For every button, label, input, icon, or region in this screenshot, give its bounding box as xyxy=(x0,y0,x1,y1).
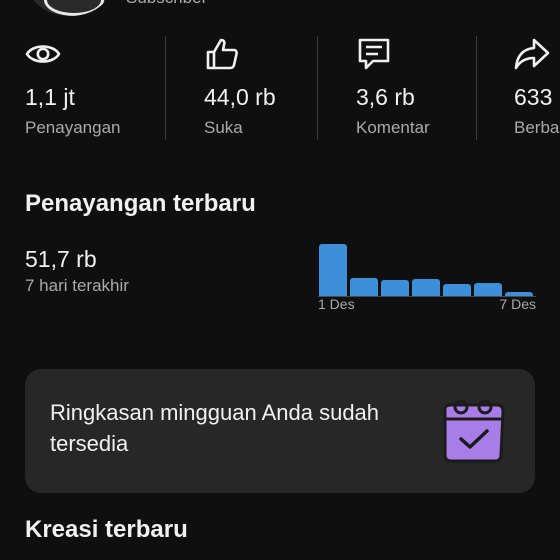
stat-label: Berbagi xyxy=(514,118,560,137)
chart-bar xyxy=(474,283,502,296)
divider xyxy=(317,36,318,140)
chart-tick-label: 1 Des xyxy=(318,296,355,312)
stat-label: Komentar xyxy=(356,118,430,137)
chart-bar xyxy=(350,278,378,296)
avatar[interactable] xyxy=(30,0,110,16)
stat-value: 633 xyxy=(514,84,553,110)
stat-comments[interactable]: 3,6 rb Komentar xyxy=(356,36,466,144)
comment-icon xyxy=(358,38,390,70)
stat-label: Suka xyxy=(204,118,243,137)
stat-views[interactable]: 1,1 jt Penayangan xyxy=(25,36,155,144)
subscriber-label: Subscriber xyxy=(126,0,207,8)
stat-likes[interactable]: 44,0 rb Suka xyxy=(204,36,314,144)
weekly-summary-message: Ringkasan mingguan Anda sudah tersedia xyxy=(50,400,380,456)
stat-label: Penayangan xyxy=(25,118,121,137)
chart-tick-label: 7 Des xyxy=(499,296,536,312)
recent-views-value: 51,7 rb xyxy=(25,246,97,272)
divider xyxy=(476,36,477,140)
recent-views-chart[interactable]: 1 Des 7 Des xyxy=(316,238,538,318)
stats-row: 1,1 jt Penayangan 44,0 rb Suka 3,6 rb Ko… xyxy=(0,36,560,144)
chart-bar xyxy=(381,280,409,296)
eye-icon xyxy=(25,45,61,63)
latest-creations-title: Kreasi terbaru xyxy=(25,516,188,543)
chart-bar xyxy=(443,284,471,296)
stat-value: 1,1 jt xyxy=(25,84,75,110)
stat-value: 44,0 rb xyxy=(204,84,276,110)
calendar-check-icon xyxy=(443,399,505,463)
stat-value: 3,6 rb xyxy=(356,84,415,110)
share-icon xyxy=(514,38,550,70)
analytics-screen: Subscriber 1,1 jt Penayangan 44,0 rb Suk… xyxy=(0,0,560,560)
weekly-summary-card[interactable]: Ringkasan mingguan Anda sudah tersedia xyxy=(25,369,535,493)
chart-bar xyxy=(412,279,440,296)
recent-views-period: 7 hari terakhir xyxy=(25,276,129,295)
stat-shares[interactable]: 633 Berbagi xyxy=(514,36,560,144)
divider xyxy=(165,36,166,140)
chart-bar xyxy=(319,244,347,296)
thumbs-up-icon xyxy=(206,38,238,70)
recent-views-title: Penayangan terbaru xyxy=(25,190,256,217)
